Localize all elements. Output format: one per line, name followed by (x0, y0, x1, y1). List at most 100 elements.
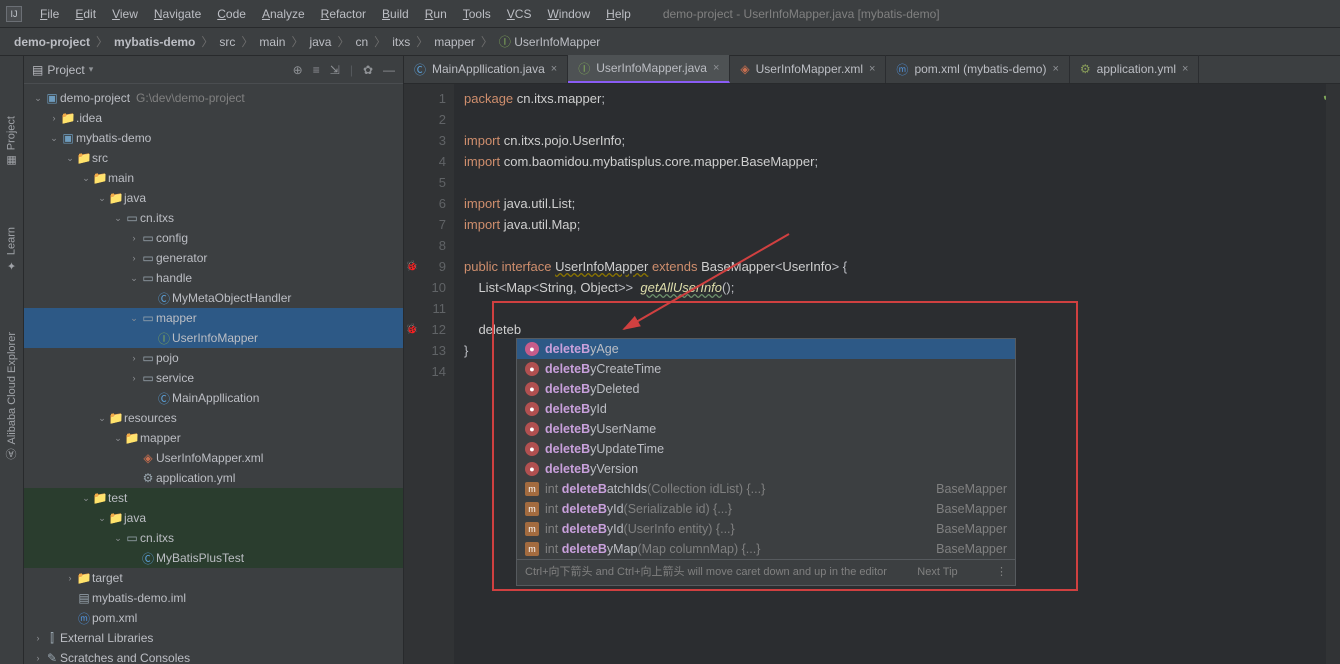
close-icon[interactable]: × (1182, 63, 1188, 75)
completion-item[interactable]: ●deleteByUserName (517, 419, 1015, 439)
tree-UserInfoMapper[interactable]: ⒾUserInfoMapper (24, 328, 403, 348)
tab-pom.xml (mybatis-demo)[interactable]: ⓜpom.xml (mybatis-demo)× (886, 55, 1069, 83)
tree-main[interactable]: ⌄📁main (24, 168, 403, 188)
crumb-java[interactable]: java (305, 35, 335, 49)
tree-handle[interactable]: ⌄▭handle (24, 268, 403, 288)
menu-edit[interactable]: Edit (67, 7, 104, 21)
editor-tabs: ⒸMainAppllication.java×ⒾUserInfoMapper.j… (404, 56, 1340, 84)
completion-item[interactable]: mint deleteByMap(Map columnMap) {...}Bas… (517, 539, 1015, 559)
completion-item[interactable]: ●deleteByDeleted (517, 379, 1015, 399)
menu-file[interactable]: File (32, 7, 67, 21)
tree-.idea[interactable]: ›📁.idea (24, 108, 403, 128)
completion-item[interactable]: ●deleteById (517, 399, 1015, 419)
hide-icon[interactable]: — (383, 63, 395, 77)
crumb-cn[interactable]: cn (351, 35, 372, 49)
side-tab-learn[interactable]: ✦Learn (5, 227, 18, 272)
tree-UserInfoMapper.xml[interactable]: ◈UserInfoMapper.xml (24, 448, 403, 468)
completion-item[interactable]: ●deleteByVersion (517, 459, 1015, 479)
completion-item[interactable]: ●deleteByCreateTime (517, 359, 1015, 379)
tree-src[interactable]: ⌄📁src (24, 148, 403, 168)
collapse-all-icon[interactable]: ⇲ (330, 63, 340, 77)
side-tab-project[interactable]: ▦Project (5, 116, 18, 167)
completion-item[interactable]: mint deleteBatchIds(Collection idList) {… (517, 479, 1015, 499)
code-completion-popup[interactable]: ●deleteByAge●deleteByCreateTime●deleteBy… (516, 338, 1016, 586)
main-area: ▦Project ✦Learn ⒶAlibaba Cloud Explorer … (0, 56, 1340, 664)
project-panel-header: ▤Project▾ ⊕ ≡ ⇲ | ✿ — (24, 56, 403, 84)
editor-right-gutter (1326, 84, 1340, 664)
tree-test[interactable]: ⌄📁test (24, 488, 403, 508)
select-opened-file-icon[interactable]: ⊕ (293, 63, 303, 77)
tree-pom.xml[interactable]: ⓜpom.xml (24, 608, 403, 628)
tree-mybatis-demo[interactable]: ⌄▣mybatis-demo (24, 128, 403, 148)
crumb-demo-project[interactable]: demo-project (10, 35, 94, 49)
tree-java[interactable]: ⌄📁java (24, 508, 403, 528)
completion-item[interactable]: ●deleteByAge (517, 339, 1015, 359)
tree-config[interactable]: ›▭config (24, 228, 403, 248)
tree-Scratches and Consoles[interactable]: ›✎Scratches and Consoles (24, 648, 403, 664)
tree-application.yml[interactable]: ⚙application.yml (24, 468, 403, 488)
tree-pojo[interactable]: ›▭pojo (24, 348, 403, 368)
menu-view[interactable]: View (104, 7, 146, 21)
tree-mapper[interactable]: ⌄📁mapper (24, 428, 403, 448)
code-content[interactable]: package cn.itxs.mapper; import cn.itxs.p… (454, 84, 1326, 664)
crumb-itxs[interactable]: itxs (388, 35, 414, 49)
crumb-mapper[interactable]: mapper (430, 35, 479, 49)
window-title: demo-project - UserInfoMapper.java [myba… (663, 7, 940, 21)
settings-icon[interactable]: ✿ (363, 63, 373, 77)
breadcrumb-bar: demo-project〉mybatis-demo〉src〉main〉java〉… (0, 28, 1340, 56)
crumb-mybatis-demo[interactable]: mybatis-demo (110, 35, 199, 49)
editor-area: ⒸMainAppllication.java×ⒾUserInfoMapper.j… (404, 56, 1340, 664)
close-icon[interactable]: × (713, 62, 719, 74)
tree-MyBatisPlusTest[interactable]: ⒸMyBatisPlusTest (24, 548, 403, 568)
app-icon: IJ (6, 6, 22, 22)
code-area[interactable]: 🐞🐞 1234567891011121314 package cn.itxs.m… (404, 84, 1340, 664)
expand-all-icon[interactable]: ≡ (313, 63, 320, 77)
project-panel-title[interactable]: ▤Project▾ (32, 63, 293, 77)
menu-items: FileEditViewNavigateCodeAnalyzeRefactorB… (32, 7, 639, 21)
menu-build[interactable]: Build (374, 7, 417, 21)
tree-MyMetaObjectHandler[interactable]: ⒸMyMetaObjectHandler (24, 288, 403, 308)
menu-tools[interactable]: Tools (455, 7, 499, 21)
tab-UserInfoMapper.xml[interactable]: ◈UserInfoMapper.xml× (730, 55, 886, 83)
tree-service[interactable]: ›▭service (24, 368, 403, 388)
completion-item[interactable]: mint deleteById(UserInfo entity) {...}Ba… (517, 519, 1015, 539)
tree-MainAppllication[interactable]: ⒸMainAppllication (24, 388, 403, 408)
close-icon[interactable]: × (1052, 63, 1058, 75)
crumb-UserInfoMapper[interactable]: Ⓘ UserInfoMapper (495, 35, 604, 49)
tree-demo-project[interactable]: ⌄▣demo-projectG:\dev\demo-project (24, 88, 403, 108)
tree-cn.itxs[interactable]: ⌄▭cn.itxs (24, 208, 403, 228)
crumb-main[interactable]: main (255, 35, 289, 49)
line-gutter: 🐞🐞 1234567891011121314 (404, 84, 454, 664)
next-tip-link[interactable]: Next Tip (917, 562, 957, 583)
close-icon[interactable]: × (869, 63, 875, 75)
menu-refactor[interactable]: Refactor (313, 7, 374, 21)
completion-item[interactable]: mint deleteById(Serializable id) {...}Ba… (517, 499, 1015, 519)
tab-application.yml[interactable]: ⚙application.yml× (1070, 55, 1200, 83)
menu-bar: IJ FileEditViewNavigateCodeAnalyzeRefact… (0, 0, 1340, 28)
completion-item[interactable]: ●deleteByUpdateTime (517, 439, 1015, 459)
tree-generator[interactable]: ›▭generator (24, 248, 403, 268)
menu-navigate[interactable]: Navigate (146, 7, 209, 21)
popup-footer: Ctrl+向下箭头 and Ctrl+向上箭头 will move caret … (517, 559, 1015, 585)
tree-mapper[interactable]: ⌄▭mapper (24, 308, 403, 328)
menu-vcs[interactable]: VCS (499, 7, 540, 21)
tool-window-bar-left: ▦Project ✦Learn ⒶAlibaba Cloud Explorer (0, 56, 24, 664)
menu-analyze[interactable]: Analyze (254, 7, 313, 21)
tab-UserInfoMapper.java[interactable]: ⒾUserInfoMapper.java× (568, 55, 730, 83)
menu-window[interactable]: Window (539, 7, 598, 21)
tree-target[interactable]: ›📁target (24, 568, 403, 588)
project-panel: ▤Project▾ ⊕ ≡ ⇲ | ✿ — ⌄▣demo-projectG:\d… (24, 56, 404, 664)
tree-resources[interactable]: ⌄📁resources (24, 408, 403, 428)
menu-code[interactable]: Code (209, 7, 254, 21)
tree-External Libraries[interactable]: ›⫿External Libraries (24, 628, 403, 648)
crumb-src[interactable]: src (215, 35, 239, 49)
project-tree[interactable]: ⌄▣demo-projectG:\dev\demo-project›📁.idea… (24, 84, 403, 664)
menu-run[interactable]: Run (417, 7, 455, 21)
tree-mybatis-demo.iml[interactable]: ▤mybatis-demo.iml (24, 588, 403, 608)
tree-java[interactable]: ⌄📁java (24, 188, 403, 208)
tab-MainAppllication.java[interactable]: ⒸMainAppllication.java× (404, 55, 568, 83)
menu-help[interactable]: Help (598, 7, 639, 21)
side-tab-cloud[interactable]: ⒶAlibaba Cloud Explorer (4, 332, 20, 460)
tree-cn.itxs[interactable]: ⌄▭cn.itxs (24, 528, 403, 548)
close-icon[interactable]: × (551, 63, 557, 75)
